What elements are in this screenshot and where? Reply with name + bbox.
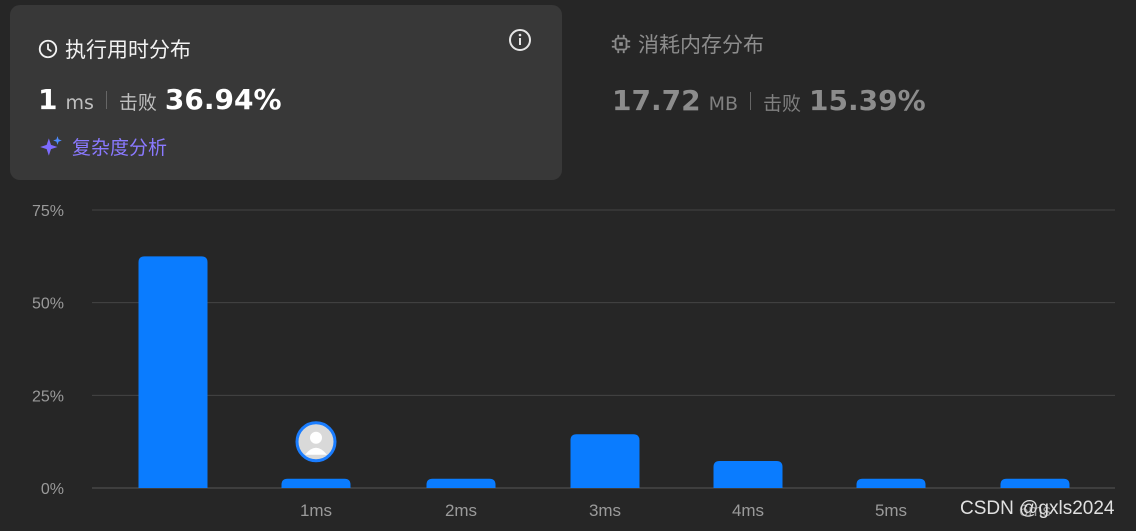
x-tick-label: 1ms (300, 501, 332, 520)
bar[interactable] (426, 478, 496, 488)
bar[interactable] (856, 478, 926, 488)
divider (105, 90, 107, 109)
bar[interactable] (713, 460, 783, 488)
chip-icon (611, 34, 631, 54)
runtime-beat-percent: 36.94% (164, 83, 282, 116)
memory-title: 消耗内存分布 (638, 33, 764, 57)
x-tick-label: 3ms (589, 501, 621, 520)
runtime-unit: ms (65, 92, 94, 114)
x-tick-label: 4ms (732, 501, 764, 520)
y-tick-label: 0% (41, 481, 64, 498)
bar[interactable] (570, 434, 640, 488)
x-tick-label: 2ms (445, 501, 477, 520)
memory-unit: MB (708, 93, 739, 115)
runtime-title: 执行用时分布 (37, 34, 191, 64)
y-tick-label: 25% (32, 388, 64, 405)
sparkle-icon (40, 135, 62, 156)
runtime-beat-label: 击败 (118, 92, 157, 114)
memory-value: 17.72 (612, 84, 701, 117)
complexity-analysis-link[interactable]: 复杂度分析 (38, 133, 167, 160)
y-tick-label: 75% (32, 203, 64, 220)
y-tick-label: 50% (32, 296, 64, 313)
bar[interactable] (281, 478, 351, 488)
memory-tab[interactable]: 消耗内存分布 (610, 29, 764, 59)
info-icon[interactable] (508, 28, 532, 52)
runtime-title-text: 执行用时分布 (65, 38, 191, 62)
runtime-distribution-chart: 0%25%50%75%1ms 2ms 3ms 4ms 5ms 6ms (32, 203, 1115, 520)
memory-stat: 17.72 MB 击败 15.39% (612, 84, 926, 117)
divider (750, 91, 752, 110)
memory-beat-percent: 15.39% (809, 84, 926, 117)
x-tick-label: 5ms (875, 501, 907, 520)
bar[interactable] (138, 256, 208, 488)
bar[interactable] (1000, 478, 1070, 488)
watermark: CSDN @gxls2024 (960, 498, 1115, 519)
complexity-analysis-label: 复杂度分析 (72, 137, 168, 159)
runtime-value: 1 (38, 83, 58, 116)
avatar-head (310, 431, 322, 444)
clock-icon (38, 39, 58, 59)
runtime-card[interactable]: 执行用时分布 1 ms 击败 36.94% 复杂度分析 (10, 5, 562, 180)
runtime-stat: 1 ms 击败 36.94% (38, 83, 282, 116)
memory-beat-label: 击败 (763, 93, 802, 115)
